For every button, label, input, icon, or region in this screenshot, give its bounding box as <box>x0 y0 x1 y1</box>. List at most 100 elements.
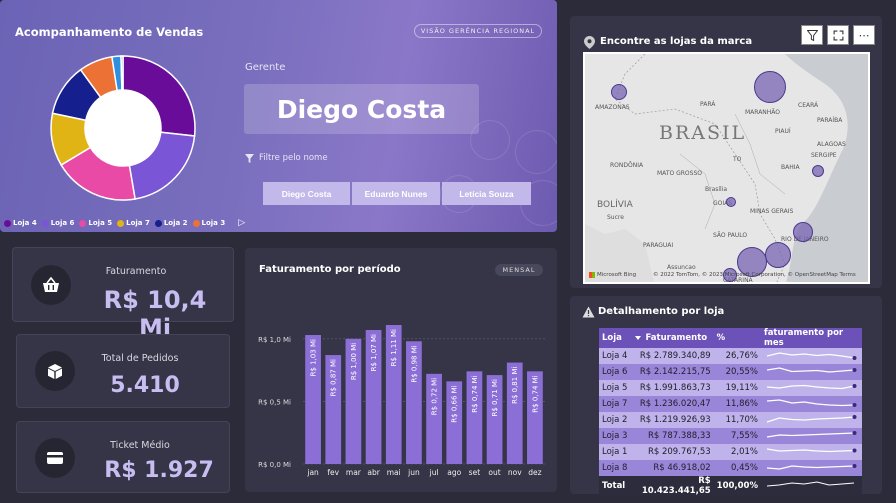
column-header-revenue[interactable]: Faturamento <box>632 328 714 348</box>
legend-item[interactable]: Loja 3 <box>192 219 225 227</box>
column-header-monthly-trend[interactable]: faturamento por mes <box>761 328 862 348</box>
legend-item[interactable]: Loja 5 <box>79 219 112 227</box>
bar-data-label: R$ 0,98 Mi <box>410 345 418 382</box>
expand-icon[interactable] <box>827 25 849 45</box>
regional-view-badge: VISÃO GERÊNCIA REGIONAL <box>414 24 542 38</box>
x-tick-label: jul <box>429 468 439 477</box>
cell-sparkline <box>761 396 862 412</box>
map-label: MATO GROSSO <box>657 170 702 177</box>
cell-sparkline <box>761 412 862 428</box>
sparkline-path <box>766 366 855 373</box>
cell-revenue: R$ 1.991.863,73 <box>632 380 714 396</box>
total-cell-percent: 100,00% <box>713 476 761 496</box>
brazil-store-map[interactable]: AMAZONAS PARÁ MARANHÃO CEARÁ PIAUÍ PARAÍ… <box>583 52 870 284</box>
sparkline-end-dot <box>852 430 857 435</box>
legend-item[interactable]: Loja 7 <box>117 219 150 227</box>
bing-logo: Microsoft Bing <box>589 272 636 278</box>
total-cell-revenue: R$ 10.423.441,65 <box>632 476 714 496</box>
monthly-sparkline <box>766 366 857 373</box>
sparkline-path <box>766 480 855 486</box>
column-header-percent[interactable]: % <box>713 328 761 348</box>
sparkline-path <box>766 384 855 389</box>
monthly-sparkline <box>766 383 857 389</box>
legend-label: Loja 5 <box>88 219 113 227</box>
more-options-icon[interactable]: ⋯ <box>853 25 875 45</box>
filter-hint-text: Filtre pelo nome <box>259 153 328 163</box>
donut-slice-loja-8[interactable] <box>120 55 124 91</box>
monthly-sparkline <box>766 447 857 452</box>
table-row[interactable]: Loja 1 R$ 209.767,53 2,01% <box>599 444 862 460</box>
store-location-bubble[interactable] <box>793 222 813 242</box>
table-row[interactable]: Loja 5 R$ 1.991.863,73 19,11% <box>599 380 862 396</box>
monthly-sparkline <box>766 463 857 470</box>
manager-name-display: Diego Costa <box>244 84 479 134</box>
kpi-card-orders: Total de Pedidos 5.410 <box>16 334 230 408</box>
column-header-store[interactable]: Loja <box>599 328 633 348</box>
store-location-bubble[interactable] <box>611 84 627 100</box>
dashboard-title: Acompanhamento de Vendas <box>15 25 204 39</box>
bar-data-label: R$ 0,87 Mi <box>330 359 338 396</box>
legend-item[interactable]: Loja 2 <box>154 219 188 227</box>
revenue-bar-chart[interactable]: R$ 0,0 Mi R$ 0,5 Mi R$ 1,0 Mi R$ 1,03 Mi jan… <box>245 248 557 492</box>
table-row[interactable]: Loja 6 R$ 2.142.215,75 20,55% <box>599 364 862 380</box>
cell-store: Loja 1 <box>599 444 633 460</box>
store-location-bubble[interactable] <box>754 71 786 103</box>
map-label: TO <box>733 156 742 163</box>
cell-revenue: R$ 2.789.340,89 <box>632 348 714 364</box>
table-row[interactable]: Loja 8 R$ 46.918,02 0,45% <box>599 460 862 476</box>
x-tick-label: dez <box>528 468 541 477</box>
cell-percent: 20,55% <box>713 364 761 380</box>
sparkline-end-dot <box>852 355 857 360</box>
cell-sparkline <box>761 428 862 444</box>
y-tick-label: R$ 0,5 Mi <box>258 398 291 406</box>
bar-data-label: R$ 0,71 Mi <box>491 379 499 416</box>
cell-revenue: R$ 787.388,33 <box>632 428 714 444</box>
store-location-bubble[interactable] <box>726 197 736 207</box>
map-label: MINAS GERAIS <box>750 208 794 215</box>
store-map-panel: Encontre as lojas da marca ⋯ AMAZONAS PA… <box>570 16 882 288</box>
sparkline-end-dot <box>852 414 857 419</box>
map-label: SÃO PAULO <box>713 232 748 239</box>
map-label: SERGIPE <box>811 152 837 159</box>
bar-data-label: R$ 1,00 Mi <box>350 343 358 380</box>
sparkline-path <box>766 447 855 452</box>
store-location-bubble[interactable] <box>765 242 791 268</box>
legend-dot <box>41 219 49 227</box>
donut-center <box>85 90 161 166</box>
table-row[interactable]: Loja 3 R$ 787.388,33 7,55% <box>599 428 862 444</box>
manager-button-eduardo[interactable]: Eduardo Nunes <box>352 182 440 205</box>
kpi-label: Total de Pedidos <box>101 353 179 364</box>
legend-dot <box>117 219 125 227</box>
monthly-sparkline <box>766 351 857 360</box>
map-label: Brasília <box>705 186 728 193</box>
bar-data-label: R$ 0,74 Mi <box>531 375 539 412</box>
store-share-donut-chart[interactable] <box>50 55 196 201</box>
cell-percent: 7,55% <box>713 428 761 444</box>
cell-store: Loja 2 <box>599 412 633 428</box>
legend-label: Loja 2 <box>163 219 188 227</box>
table-row[interactable]: Loja 4 R$ 2.789.340,89 26,76% <box>599 348 862 364</box>
sparkline-path <box>766 398 855 406</box>
legend-item[interactable]: Loja 6 <box>41 219 75 227</box>
table-row[interactable]: Loja 2 R$ 1.219.926,93 11,70% <box>599 412 862 428</box>
legend-dot <box>192 219 200 227</box>
x-tick-label: mar <box>346 468 362 477</box>
cell-percent: 0,45% <box>713 460 761 476</box>
cell-sparkline <box>761 460 862 476</box>
cell-store: Loja 8 <box>599 460 633 476</box>
table-title: Detalhamento por loja <box>598 306 725 317</box>
manager-button-diego[interactable]: Diego Costa <box>263 182 350 205</box>
table-row[interactable]: Loja 7 R$ 1.236.020,47 11,86% <box>599 396 862 412</box>
wallet-icon <box>35 438 75 478</box>
store-location-bubble[interactable] <box>812 165 824 177</box>
map-label: RONDÔNIA <box>610 162 644 169</box>
legend-dot <box>4 219 11 227</box>
manager-button-leticia[interactable]: Letícia Souza <box>442 182 531 205</box>
filter-icon[interactable] <box>801 25 823 45</box>
map-attribution[interactable]: © 2022 TomTom, © 2023 Microsoft Corporat… <box>653 272 856 278</box>
legend-next-icon[interactable]: ▷ <box>238 218 245 228</box>
location-pin-icon <box>584 36 595 49</box>
legend-item[interactable]: Loja 4 <box>4 219 37 227</box>
map-label: MARANHÃO <box>745 109 781 116</box>
legend-label: Loja 6 <box>50 219 75 227</box>
